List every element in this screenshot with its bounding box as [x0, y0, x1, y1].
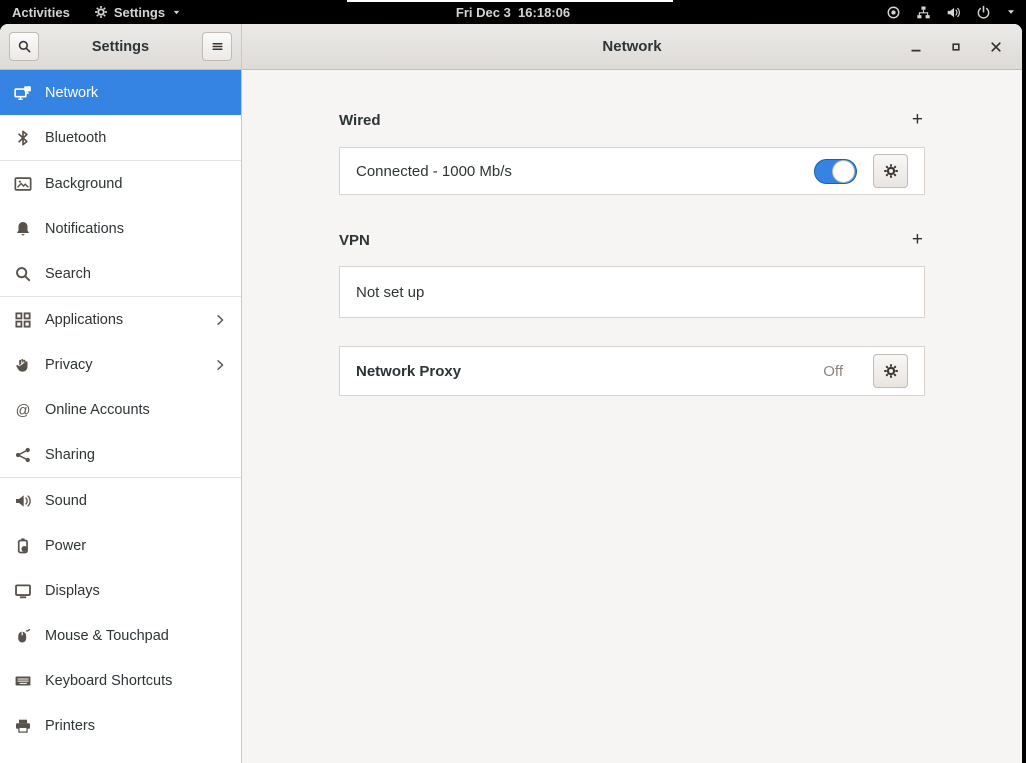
wired-settings-button[interactable] [873, 154, 908, 188]
sidebar-item-keyboard-shortcuts[interactable]: Keyboard Shortcuts [0, 658, 241, 703]
chevron-right-icon [213, 358, 227, 372]
add-wired-button[interactable]: + [910, 110, 925, 129]
network-icon [14, 84, 32, 102]
sidebar-item-search[interactable]: Search [0, 251, 241, 296]
sidebar-item-mouse-touchpad[interactable]: Mouse & Touchpad [0, 613, 241, 658]
activities-button[interactable]: Activities [0, 0, 82, 24]
network-proxy-row[interactable]: Network Proxy Off [340, 347, 924, 395]
sidebar-item-privacy[interactable]: Privacy [0, 342, 241, 387]
keyboard-icon [14, 672, 32, 690]
sharing-icon [14, 446, 32, 464]
vpn-section-title: VPN [339, 231, 370, 249]
chevron-right-icon [213, 313, 227, 327]
search-button[interactable] [9, 32, 39, 61]
chevron-down-icon [172, 8, 181, 17]
clock-focus-line [347, 0, 673, 2]
minimize-button[interactable] [908, 39, 924, 55]
sidebar-item-online-accounts[interactable]: @ Online Accounts [0, 387, 241, 432]
mouse-icon [14, 627, 32, 645]
clock[interactable]: Fri Dec 3 16:18:06 [456, 5, 570, 20]
gear-icon [883, 163, 899, 179]
close-button[interactable] [988, 39, 1004, 55]
sidebar-item-printers[interactable]: Printers [0, 703, 241, 748]
sidebar-item-background[interactable]: Background [0, 161, 241, 206]
gear-icon [94, 5, 108, 19]
app-menu-button[interactable]: Settings [82, 0, 193, 24]
app-menu-label: Settings [113, 4, 166, 20]
activities-label: Activities [12, 4, 70, 20]
wired-section-header: Wired + [339, 108, 925, 132]
network-proxy-status: Off [823, 362, 843, 380]
privacy-icon [14, 356, 32, 374]
maximize-button[interactable] [948, 39, 964, 55]
power-icon [14, 537, 32, 555]
network-proxy-card: Network Proxy Off [339, 346, 925, 396]
printer-icon [14, 717, 32, 735]
search-icon [14, 265, 32, 283]
menu-button[interactable] [202, 32, 232, 61]
main-panel: Network Wired + Connected - 1000 Mb/s VP… [242, 24, 1022, 763]
sidebar-item-bluetooth[interactable]: Bluetooth [0, 115, 241, 160]
wired-connection-row[interactable]: Connected - 1000 Mb/s [340, 148, 924, 194]
online-accounts-icon: @ [14, 401, 32, 419]
network-proxy-label: Network Proxy [356, 362, 462, 380]
volume-icon [946, 5, 961, 20]
window-controls [908, 39, 1022, 55]
sidebar-item-displays[interactable]: Displays [0, 568, 241, 613]
sidebar: Settings Network Bluetooth Background No… [0, 24, 242, 763]
wired-connection-label: Connected - 1000 Mb/s [356, 162, 512, 180]
notifications-icon [14, 220, 32, 238]
vpn-status-label: Not set up [356, 283, 425, 301]
add-vpn-button[interactable]: + [910, 230, 925, 249]
vpn-status-row: Not set up [340, 267, 924, 317]
wired-card: Connected - 1000 Mb/s [339, 147, 925, 195]
network-wired-icon [916, 5, 931, 20]
settings-window: Settings Network Bluetooth Background No… [0, 24, 1022, 763]
record-indicator-icon [886, 5, 901, 20]
headerbar: Network [242, 24, 1022, 70]
sidebar-nav: Network Bluetooth Background Notificatio… [0, 70, 241, 763]
toggle-knob [832, 160, 855, 183]
background-icon [14, 175, 32, 193]
system-tray[interactable] [886, 0, 1026, 24]
sidebar-header: Settings [0, 24, 241, 70]
wired-section-title: Wired [339, 111, 381, 129]
vpn-section-header: VPN + [339, 228, 925, 252]
chevron-down-icon [1006, 7, 1016, 17]
sidebar-item-sharing[interactable]: Sharing [0, 432, 241, 477]
displays-icon [14, 582, 32, 600]
applications-icon [14, 311, 32, 329]
sidebar-item-notifications[interactable]: Notifications [0, 206, 241, 251]
top-bar: Activities Settings Fri Dec 3 16:18:06 [0, 0, 1026, 24]
page-title: Network [602, 38, 662, 55]
sidebar-item-sound[interactable]: Sound [0, 478, 241, 523]
sound-icon [14, 492, 32, 510]
wired-toggle[interactable] [814, 158, 857, 184]
sidebar-item-network[interactable]: Network [0, 70, 241, 115]
vpn-card: Not set up [339, 266, 925, 318]
hamburger-icon [210, 39, 225, 54]
power-icon [976, 5, 991, 20]
gear-icon [883, 363, 899, 379]
proxy-settings-button[interactable] [873, 354, 908, 388]
sidebar-item-power[interactable]: Power [0, 523, 241, 568]
search-icon [17, 39, 32, 54]
network-content: Wired + Connected - 1000 Mb/s VPN + Not … [242, 70, 1022, 763]
bluetooth-icon [14, 129, 32, 147]
sidebar-item-applications[interactable]: Applications [0, 297, 241, 342]
svg-text:@: @ [16, 402, 31, 418]
